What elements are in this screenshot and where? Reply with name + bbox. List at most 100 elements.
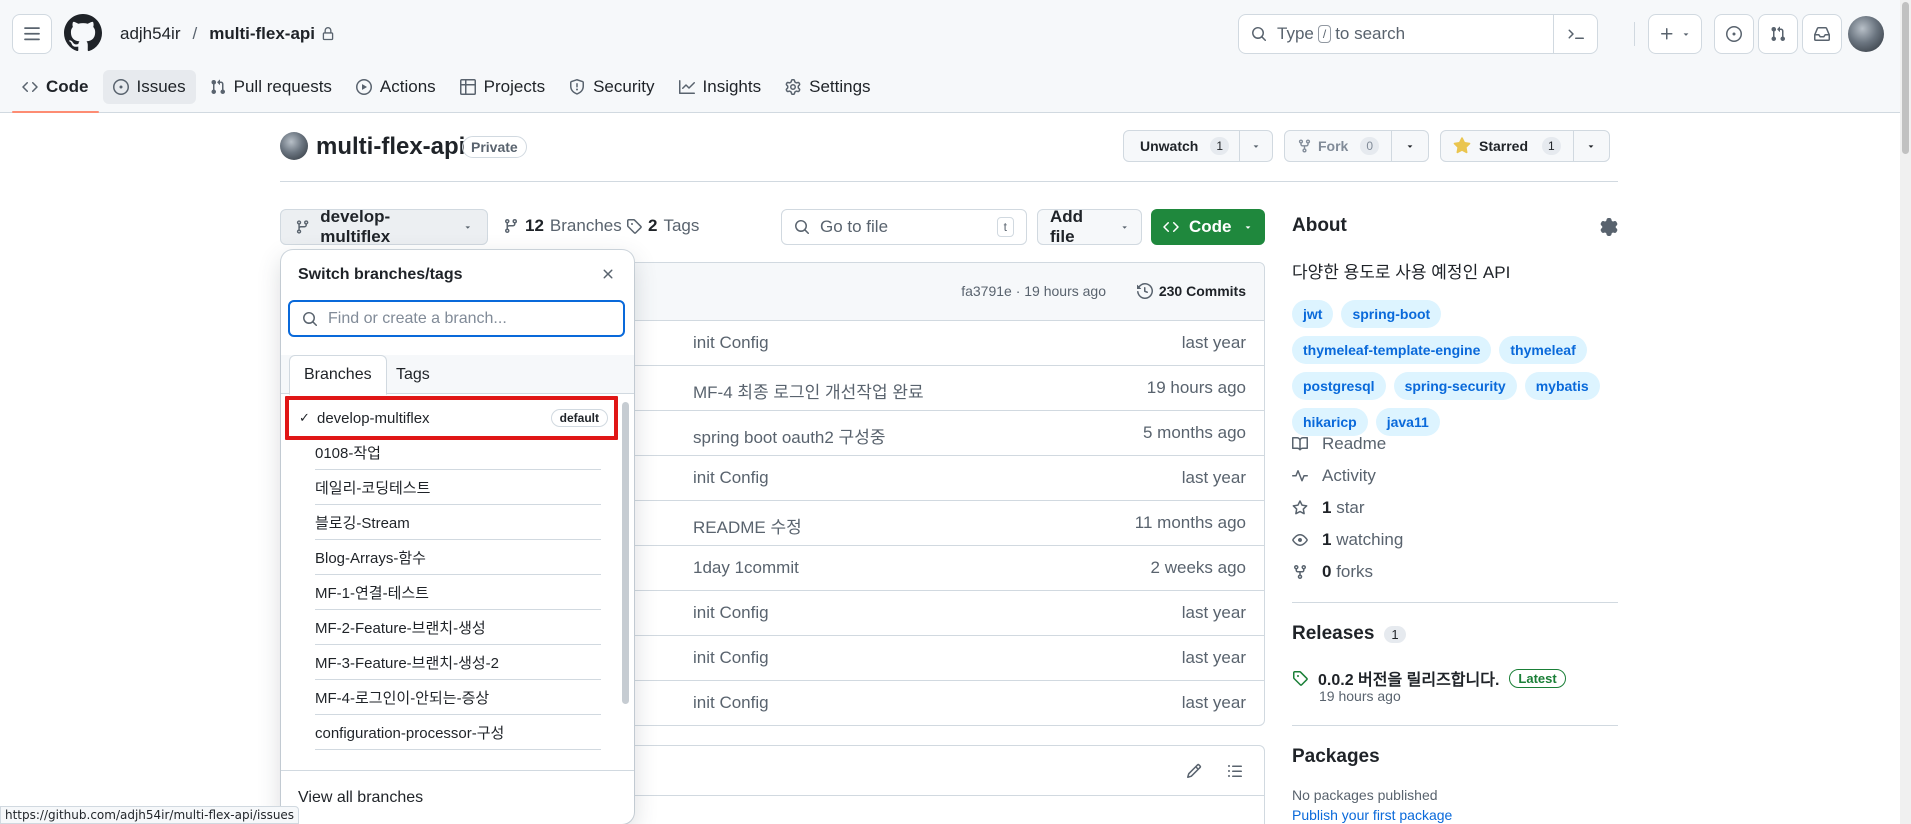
tab-issues[interactable]: Issues: [102, 70, 196, 104]
book-icon: [1292, 436, 1308, 451]
activity-link[interactable]: Activity: [1292, 466, 1376, 486]
close-button[interactable]: [600, 266, 616, 282]
commit-message[interactable]: MF-4 최종 로그인 개선작업 완료: [693, 378, 924, 403]
branches-link[interactable]: 12 Branches: [503, 216, 622, 236]
fork-menu-button[interactable]: [1391, 131, 1428, 161]
owner-link[interactable]: adjh54ir: [120, 22, 181, 46]
commit-message[interactable]: init Config: [693, 603, 769, 623]
repo-breadcrumb: adjh54ir / multi-flex-api: [120, 22, 335, 46]
commit-message[interactable]: init Config: [693, 693, 769, 713]
fork-button[interactable]: Fork 0: [1284, 130, 1429, 162]
readme-outline-button[interactable]: [1227, 763, 1243, 779]
edit-readme-button[interactable]: [1186, 763, 1202, 779]
code-button[interactable]: Code: [1151, 209, 1265, 245]
tab-settings[interactable]: Settings: [775, 70, 880, 104]
caret-down-icon: [1589, 145, 1594, 148]
dropdown-tabs: Branches Tags: [281, 355, 634, 395]
page-scrollbar[interactable]: [1900, 0, 1911, 824]
topic-tag[interactable]: thymeleaf-template-engine: [1292, 336, 1492, 364]
branch-item[interactable]: MF-2-Feature-브랜치-생성: [315, 610, 601, 645]
tab-pull-requests[interactable]: Pull requests: [200, 70, 342, 104]
branch-item-selected[interactable]: ✓ develop-multiflex default: [285, 396, 618, 440]
branch-item[interactable]: MF-3-Feature-브랜치-생성-2: [315, 645, 601, 680]
tab-insights[interactable]: Insights: [669, 70, 772, 104]
tab-actions[interactable]: Actions: [346, 70, 446, 104]
topic-tag[interactable]: jwt: [1292, 300, 1334, 328]
commit-message[interactable]: spring boot oauth2 구성중: [693, 423, 885, 448]
repo-link[interactable]: multi-flex-api: [209, 22, 315, 46]
issues-shortcut-button[interactable]: [1714, 14, 1754, 54]
branch-item[interactable]: configuration-processor-구성: [315, 715, 601, 750]
branch-item[interactable]: Blog-Arrays-함수: [315, 540, 601, 575]
latest-badge: Latest: [1509, 668, 1566, 688]
commit-message[interactable]: 1day 1commit: [693, 558, 799, 578]
hamburger-menu-button[interactable]: [12, 14, 52, 54]
topic-tag[interactable]: spring-security: [1393, 372, 1517, 400]
plus-icon: [1661, 28, 1673, 40]
topic-tag[interactable]: postgresql: [1292, 372, 1386, 400]
watch-menu-button[interactable]: [1239, 131, 1272, 161]
commit-time: last year: [1181, 693, 1246, 712]
star-button[interactable]: Starred 1: [1440, 130, 1610, 162]
releases-heading[interactable]: Releases 1: [1292, 623, 1406, 645]
command-palette-button[interactable]: [1553, 15, 1597, 53]
tab-security[interactable]: Security: [559, 70, 664, 104]
commit-message[interactable]: init Config: [693, 648, 769, 668]
stars-link[interactable]: 1 star: [1292, 498, 1365, 518]
forks-link[interactable]: 0 forks: [1292, 562, 1373, 582]
commit-message[interactable]: init Config: [693, 468, 769, 488]
star-menu-button[interactable]: [1572, 131, 1609, 161]
commit-time: 5 months ago: [1142, 423, 1246, 442]
publish-package-link[interactable]: Publish your first package: [1292, 807, 1452, 823]
branch-select-button[interactable]: develop-multiflex: [280, 207, 488, 246]
topic-tag[interactable]: thymeleaf: [1499, 336, 1587, 364]
branch-item[interactable]: 데일리-코딩테스트: [315, 470, 601, 505]
latest-release[interactable]: 0.0.2 버전을 릴리즈합니다. Latest: [1292, 666, 1566, 690]
github-logo-icon[interactable]: [64, 14, 102, 52]
tab-code[interactable]: Code: [12, 70, 99, 113]
branch-name: configuration-processor-구성: [315, 724, 505, 742]
global-search-input[interactable]: Type / to search: [1238, 14, 1598, 54]
tab-projects[interactable]: Projects: [450, 70, 555, 104]
table-icon: [459, 79, 476, 95]
commits-link[interactable]: 230 Commits: [1136, 283, 1246, 299]
user-avatar[interactable]: [1848, 16, 1884, 52]
create-new-button[interactable]: [1648, 14, 1702, 54]
terminal-icon: [1567, 29, 1584, 39]
topic-tag[interactable]: java11: [1375, 408, 1440, 436]
commit-message[interactable]: README 수정: [693, 513, 802, 538]
tab-tags[interactable]: Tags: [382, 355, 444, 395]
edit-about-button[interactable]: [1600, 218, 1618, 236]
scrollbar-thumb[interactable]: [1902, 2, 1909, 154]
inbox-button[interactable]: [1802, 14, 1842, 54]
branch-name: MF-4-로그인이-안되는-증상: [315, 689, 490, 707]
tab-label: Actions: [379, 77, 436, 96]
commit-message[interactable]: init Config: [693, 333, 769, 353]
repo-title[interactable]: multi-flex-api: [316, 133, 465, 161]
pull-requests-shortcut-button[interactable]: [1758, 14, 1798, 54]
topic-tag[interactable]: hikaricp: [1292, 408, 1368, 436]
branch-item[interactable]: MF-4-로그인이-안되는-증상: [315, 680, 601, 715]
watch-button[interactable]: Unwatch 1: [1123, 130, 1273, 162]
add-file-button[interactable]: Add file: [1037, 207, 1142, 246]
title-divider: [280, 181, 1618, 182]
packages-heading[interactable]: Packages: [1292, 746, 1380, 768]
latest-commit-hash[interactable]: fa3791e · 19 hours ago: [961, 283, 1106, 299]
watchers-link[interactable]: 1 watching: [1292, 530, 1403, 550]
readme-link[interactable]: Readme: [1292, 434, 1386, 454]
branch-item[interactable]: 블로깅-Stream: [315, 505, 601, 540]
topic-tag[interactable]: spring-boot: [1341, 300, 1442, 328]
branch-filter-input[interactable]: Find or create a branch...: [288, 300, 625, 337]
dropdown-title: Switch branches/tags: [298, 266, 463, 283]
view-all-branches-link[interactable]: View all branches: [298, 789, 423, 807]
branch-item[interactable]: MF-1-연결-테스트: [315, 575, 601, 610]
dropdown-scrollbar[interactable]: [622, 402, 629, 704]
topic-tag[interactable]: mybatis: [1524, 372, 1600, 400]
star-count: 1: [1542, 137, 1561, 155]
branch-item[interactable]: 0108-작업: [315, 435, 601, 470]
readme-label: Readme: [1322, 434, 1387, 453]
tab-branches[interactable]: Branches: [289, 355, 387, 395]
inbox-icon: [1814, 27, 1830, 41]
tags-link[interactable]: 2 Tags: [626, 216, 699, 236]
go-to-file-input[interactable]: Go to file t: [781, 209, 1027, 245]
